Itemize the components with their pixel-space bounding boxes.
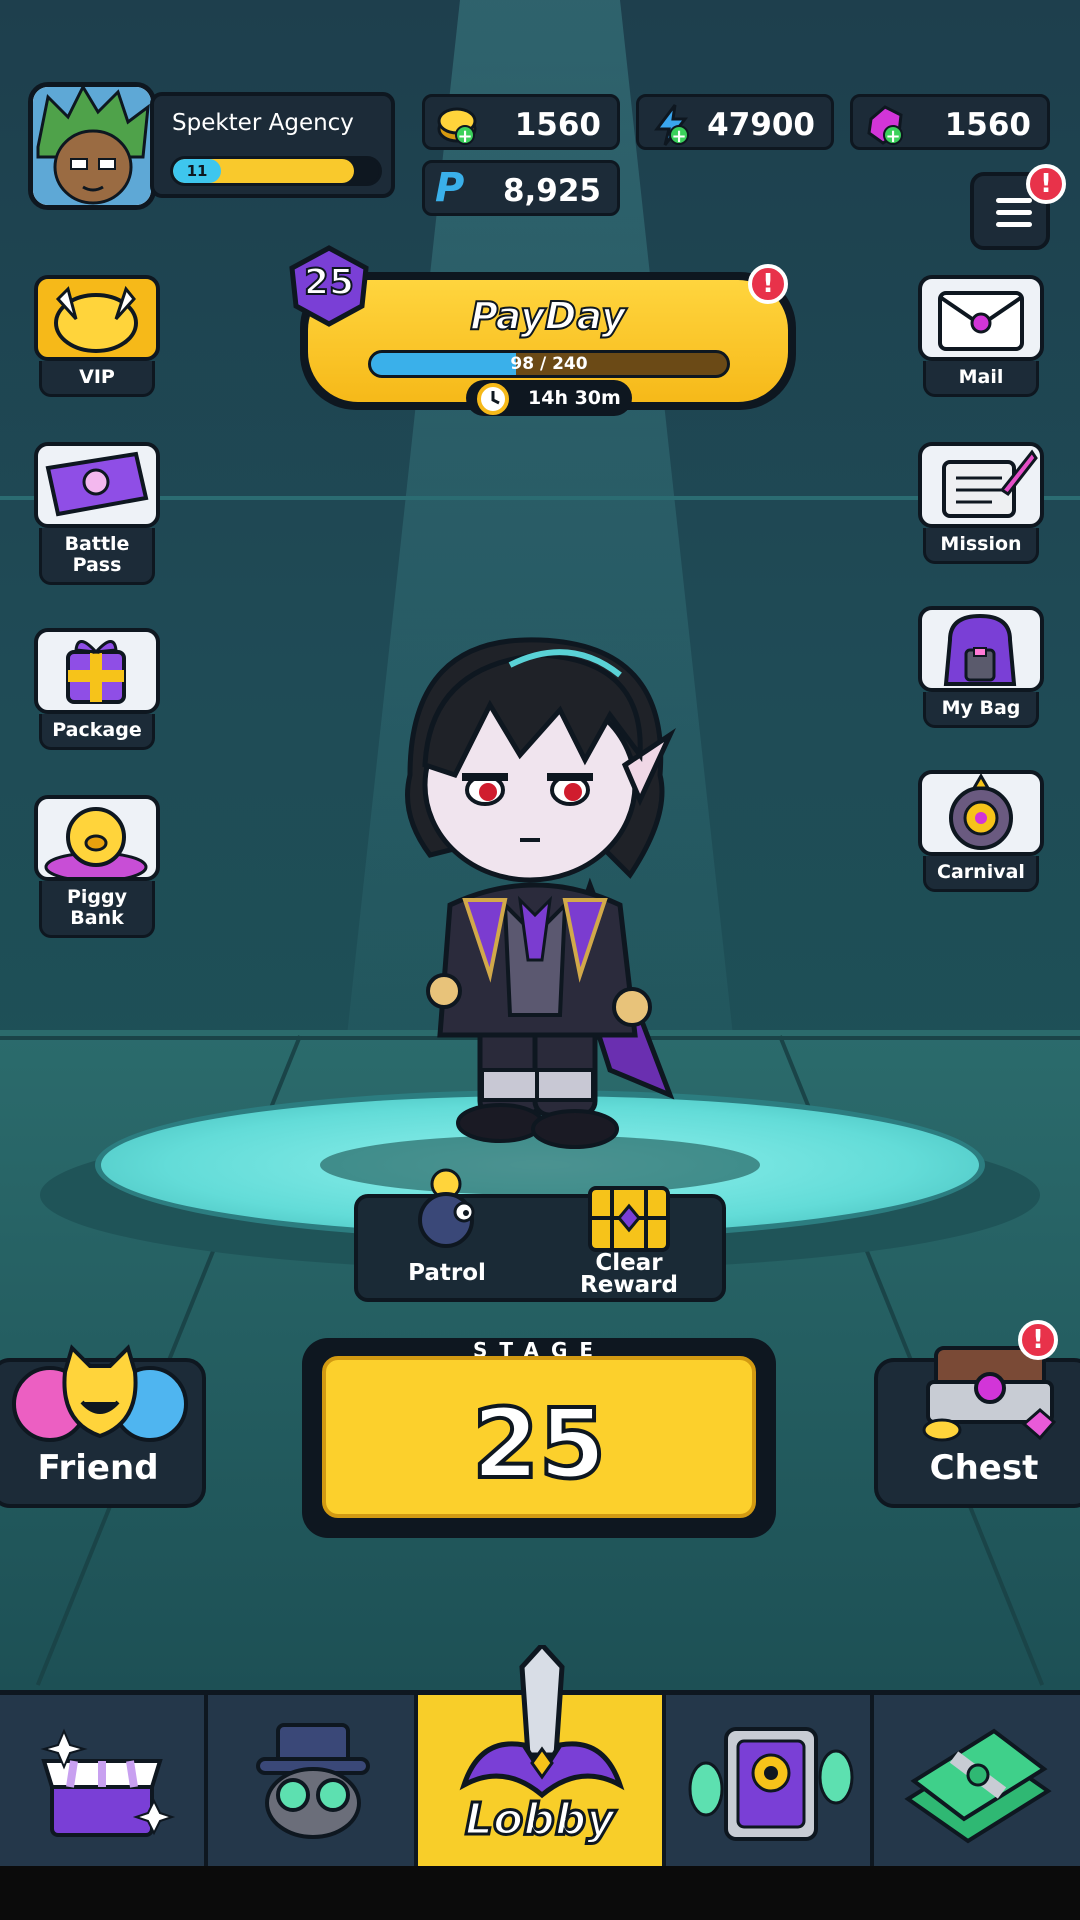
carnival-label: Carnival — [923, 856, 1039, 892]
package-tile — [34, 628, 160, 714]
package-button[interactable]: Package — [34, 628, 160, 750]
points-icon: P — [435, 165, 465, 211]
stage-panel: 25 — [322, 1356, 756, 1518]
system-bar — [0, 1866, 1080, 1920]
nav-shop[interactable] — [0, 1695, 208, 1871]
vip-coin-icon — [54, 285, 138, 353]
payday-event[interactable]: PayDay 98 / 240 14h 30m — [300, 272, 796, 416]
game-lobby-screen: Spekter Agency 11 + 1560 + 47900 + 1560 … — [0, 0, 1080, 1920]
player-name: Spekter Agency — [172, 110, 354, 136]
energy-counter[interactable]: + 47900 — [636, 94, 834, 150]
piggy-bank-icon — [44, 807, 148, 877]
chest-button[interactable]: Chest — [874, 1346, 1080, 1508]
piggy-bank-label: Piggy Bank — [39, 881, 155, 938]
package-label: Package — [39, 714, 155, 750]
backpack-icon — [943, 613, 1017, 686]
patrol-button[interactable]: Patrol — [392, 1262, 502, 1285]
hamburger-icon — [996, 198, 1032, 203]
coins-counter[interactable]: + 1560 — [422, 94, 620, 150]
add-energy-icon[interactable]: + — [669, 125, 689, 147]
piggy-bank-tile — [34, 795, 160, 881]
xp-bar: 11 — [170, 156, 382, 186]
points-counter[interactable]: P 8,925 — [422, 160, 620, 216]
friends-icon — [12, 1344, 188, 1442]
vip-button[interactable]: VIP — [34, 275, 160, 397]
gems-counter[interactable]: + 1560 — [850, 94, 1050, 150]
battle-pass-label: Battle Pass — [39, 528, 155, 585]
my-bag-button[interactable]: My Bag — [918, 606, 1044, 728]
scroll-quill-icon — [942, 449, 1038, 518]
battle-pass-tile — [34, 442, 160, 528]
payday-alert-badge: ! — [748, 264, 788, 304]
carnival-tile — [918, 770, 1044, 856]
payday-level: 25 — [303, 261, 355, 304]
menu-alert-badge: ! — [1026, 164, 1066, 204]
patrol-icon — [418, 1168, 475, 1248]
quick-actions-panel: Patrol Clear Reward — [354, 1168, 726, 1302]
lobby-sword-icon — [459, 1645, 625, 1799]
mission-button[interactable]: Mission — [918, 442, 1044, 564]
friend-label: Friend — [37, 1448, 159, 1488]
stage-number: 25 — [470, 1386, 608, 1502]
bottom-nav: Lobby — [0, 1645, 1080, 1871]
battle-pass-button[interactable]: Battle Pass — [34, 442, 160, 585]
mail-tile — [918, 275, 1044, 361]
piggy-bank-button[interactable]: Piggy Bank — [34, 795, 160, 938]
cash-icon — [904, 1728, 1052, 1844]
avatar-portrait-icon — [33, 87, 151, 205]
prize-wheel-icon — [949, 774, 1013, 850]
my-bag-tile — [918, 606, 1044, 692]
my-bag-label: My Bag — [923, 692, 1039, 728]
carnival-button[interactable]: Carnival — [918, 770, 1044, 892]
shop-icon — [40, 1728, 176, 1837]
nav-cards[interactable] — [666, 1695, 874, 1871]
hamburger-icon-line — [996, 222, 1032, 227]
friend-button[interactable]: Friend — [0, 1344, 206, 1508]
vampire-character[interactable] — [370, 615, 700, 1175]
mission-label: Mission — [923, 528, 1039, 564]
mail-envelope-icon — [938, 291, 1024, 351]
add-coins-icon[interactable]: + — [455, 125, 475, 147]
card-portal-icon — [688, 1727, 854, 1841]
gift-box-icon — [66, 640, 126, 704]
chest-alert-badge: ! — [1018, 1320, 1058, 1360]
add-gems-icon[interactable]: + — [883, 125, 903, 147]
ticket-icon — [45, 451, 149, 517]
vip-tile — [34, 275, 160, 361]
payday-progress-text: 98 / 240 — [510, 354, 588, 374]
profile-panel[interactable]: Spekter Agency 11 — [150, 92, 395, 198]
energy-value: 47900 — [707, 107, 815, 143]
vip-label: VIP — [39, 361, 155, 397]
nav-cash[interactable] — [874, 1695, 1080, 1871]
player-level: 11 — [173, 159, 221, 183]
clear-reward-button[interactable]: Clear Reward — [554, 1252, 704, 1297]
stage-button[interactable]: STAGE 25 — [302, 1338, 776, 1538]
mission-tile — [918, 442, 1044, 528]
clock-icon — [477, 383, 509, 415]
agent-icon — [256, 1723, 370, 1839]
payday-progress-bar: 98 / 240 — [368, 350, 730, 378]
points-value: 8,925 — [502, 173, 601, 209]
hamburger-icon-line — [996, 210, 1032, 215]
nav-agent[interactable] — [208, 1695, 418, 1871]
mail-button[interactable]: Mail — [918, 275, 1044, 397]
gems-value: 1560 — [944, 107, 1031, 143]
player-avatar[interactable] — [28, 82, 156, 210]
treasure-crate-icon — [588, 1186, 670, 1252]
coins-value: 1560 — [514, 107, 601, 143]
payday-title: PayDay — [469, 293, 626, 339]
chest-label: Chest — [929, 1448, 1039, 1488]
mail-label: Mail — [923, 361, 1039, 397]
